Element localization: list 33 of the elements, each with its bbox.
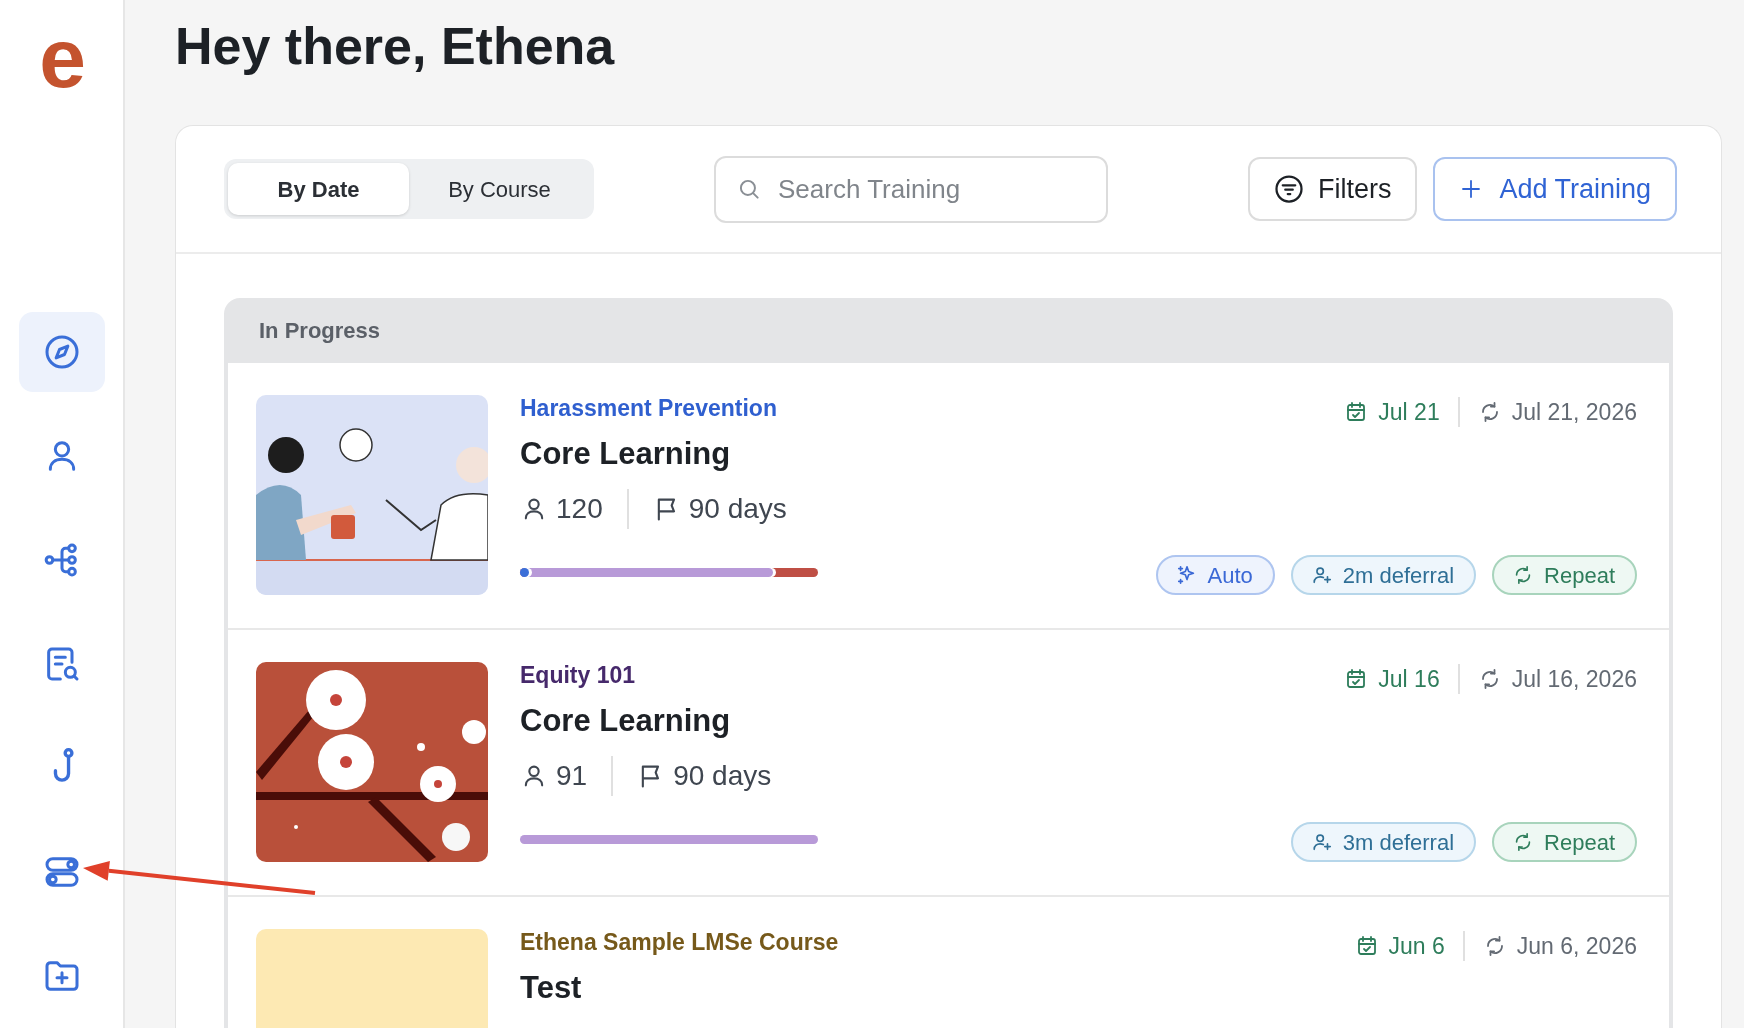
repeat-tag: Repeat: [1492, 822, 1637, 862]
section-title: In Progress: [259, 317, 381, 345]
due-date: Jul 21: [1344, 395, 1440, 430]
repeat-tag: Repeat: [1492, 555, 1637, 595]
learner-count: 91: [556, 758, 588, 793]
auto-tag: Auto: [1155, 555, 1275, 595]
person-plus-icon: [1310, 831, 1333, 853]
recurrence-date: Jul 21, 2026: [1477, 395, 1637, 430]
course-title: Test: [520, 968, 583, 1006]
course-category: Ethena Sample LMSe Course: [520, 929, 840, 957]
recurrence-date: Jun 6, 2026: [1482, 929, 1637, 964]
add-training-button[interactable]: Add Training: [1433, 157, 1677, 221]
recurrence-date: Jul 16, 2026: [1477, 662, 1637, 697]
logo: e: [39, 16, 84, 100]
deferral-tag: 2m deferral: [1290, 555, 1477, 595]
duration-text: 90 days: [673, 758, 772, 793]
view-tab[interactable]: By Date: [228, 163, 409, 215]
filters-button[interactable]: Filters: [1247, 157, 1418, 221]
learner-count: 120: [556, 491, 603, 526]
course-title: Core Learning: [520, 701, 732, 739]
search-field[interactable]: Search Training: [714, 155, 1108, 223]
due-date: Jun 6: [1354, 929, 1445, 964]
course-title: Core Learning: [520, 434, 732, 472]
sidebar-nav-item[interactable]: [18, 312, 105, 392]
deferral-tag: 3m deferral: [1290, 822, 1477, 862]
filter-icon: [1273, 174, 1304, 204]
due-date: Jul 16: [1344, 662, 1440, 697]
page-heading: Hey there, Ethena: [175, 20, 616, 77]
duration-text: 90 days: [688, 491, 787, 526]
view-tab[interactable]: By Course: [409, 163, 590, 215]
course-category: Harassment Prevention: [520, 395, 778, 423]
person-plus-icon: [1310, 564, 1333, 586]
course-category: Equity 101: [520, 662, 637, 690]
